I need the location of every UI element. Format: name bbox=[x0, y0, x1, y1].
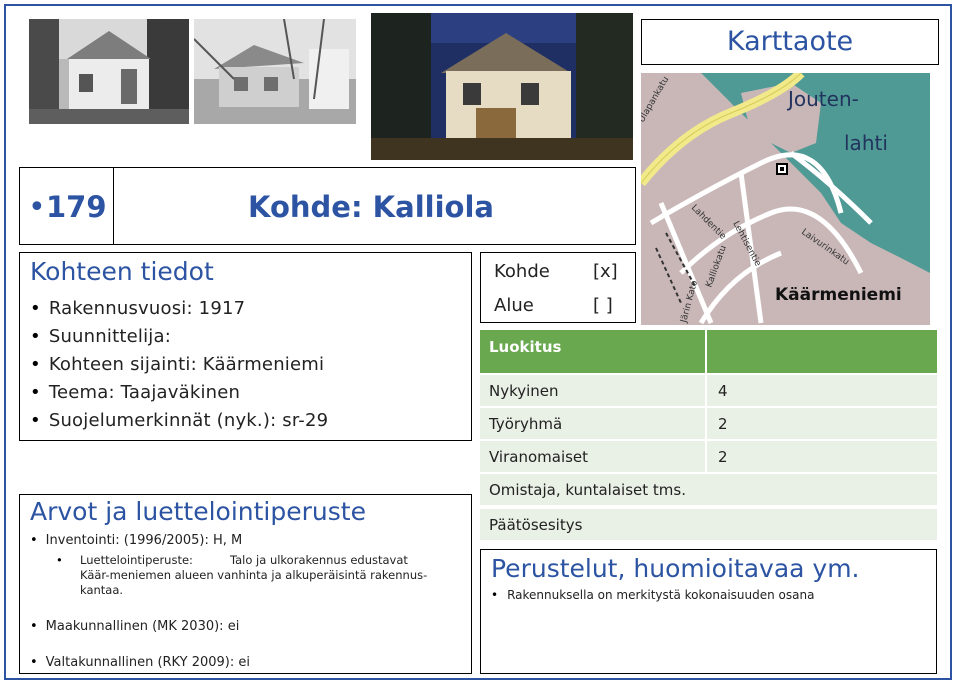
object-area-box: Kohde [x] Alue [ ] bbox=[480, 252, 636, 323]
header-divider bbox=[113, 168, 114, 244]
location-map: Jouten- lahti Käärmeniemi Lehtisentie La… bbox=[641, 73, 930, 325]
house-photo-3 bbox=[371, 13, 633, 160]
row-value: 2 bbox=[718, 415, 728, 433]
classification-heading: Luokitus bbox=[489, 338, 562, 356]
listing-basis: Luettelointiperuste:Talo ja ulkorakennus… bbox=[56, 553, 440, 598]
map-excerpt-title: Karttaote bbox=[726, 26, 854, 57]
table-cell bbox=[707, 408, 937, 439]
listing-basis-label: Luettelointiperuste: bbox=[80, 553, 193, 567]
list-item: Kohteen sijainti: Käärmeniemi bbox=[30, 351, 328, 379]
map-label-kaarmeniemi: Käärmeniemi bbox=[775, 285, 902, 305]
map-label-joutenlahti-2: lahti bbox=[844, 131, 888, 155]
row-label: Nykyinen bbox=[489, 382, 559, 400]
house-photo-2 bbox=[194, 19, 356, 124]
row-value: 2 bbox=[718, 448, 728, 466]
inventory-line: Inventointi: (1996/2005): H, M bbox=[30, 533, 243, 548]
object-header: • 179 Kohde: Kalliola bbox=[19, 167, 636, 245]
list-item: Rakennusvuosi: 1917 bbox=[30, 295, 328, 323]
map-excerpt-title-box: Karttaote bbox=[641, 19, 939, 65]
row-label: Työryhmä bbox=[489, 415, 563, 433]
table-row: Päätösesitys bbox=[480, 509, 937, 540]
table-row: Viranomaiset 2 bbox=[480, 441, 937, 472]
table-cell bbox=[707, 441, 937, 472]
table-row: Omistaja, kuntalaiset tms. bbox=[480, 474, 937, 505]
object-info-heading: Kohteen tiedot bbox=[30, 257, 214, 286]
alue-label: Alue bbox=[494, 295, 534, 316]
list-item: Teema: Taajaväkinen bbox=[30, 379, 328, 407]
row-label: Päätösesitys bbox=[489, 516, 583, 534]
object-number: 179 bbox=[46, 190, 107, 224]
map-label-joutenlahti-1: Jouten- bbox=[786, 87, 859, 111]
regional-status: Maakunnallinen (MK 2030): ei bbox=[30, 619, 240, 634]
kohde-label: Kohde bbox=[494, 261, 550, 282]
table-row: Työryhmä 2 bbox=[480, 408, 937, 439]
list-item: Rakennuksella on merkitystä kokonaisuude… bbox=[491, 588, 814, 602]
object-info-section: Kohteen tiedot Rakennusvuosi: 1917 Suunn… bbox=[19, 252, 472, 441]
national-status: Valtakunnallinen (RKY 2009): ei bbox=[30, 655, 250, 670]
row-label: Viranomaiset bbox=[489, 448, 589, 466]
justifications-heading: Perustelut, huomioitavaa ym. bbox=[491, 554, 860, 583]
values-section: Arvot ja luettelointiperuste Inventointi… bbox=[19, 494, 472, 674]
table-cell bbox=[707, 375, 937, 406]
header-bullet-icon: • bbox=[28, 190, 46, 225]
kohde-value: [x] bbox=[593, 261, 618, 282]
row-value: 4 bbox=[718, 382, 728, 400]
object-title: Kohde: Kalliola bbox=[248, 190, 494, 224]
alue-value: [ ] bbox=[593, 295, 613, 316]
object-info-list: Rakennusvuosi: 1917 Suunnittelija: Kohte… bbox=[30, 295, 328, 435]
list-item: Suojelumerkinnät (nyk.): sr-29 bbox=[30, 407, 328, 435]
table-row: Nykyinen 4 bbox=[480, 375, 937, 406]
row-label: Omistaja, kuntalaiset tms. bbox=[489, 481, 686, 499]
table-header-cell bbox=[707, 330, 937, 373]
house-photo-1 bbox=[29, 19, 189, 124]
justifications-section: Perustelut, huomioitavaa ym. Rakennuksel… bbox=[480, 549, 937, 674]
list-item: Suunnittelija: bbox=[30, 323, 328, 351]
table-header-row: Luokitus bbox=[480, 330, 937, 373]
values-heading: Arvot ja luettelointiperuste bbox=[30, 497, 366, 526]
